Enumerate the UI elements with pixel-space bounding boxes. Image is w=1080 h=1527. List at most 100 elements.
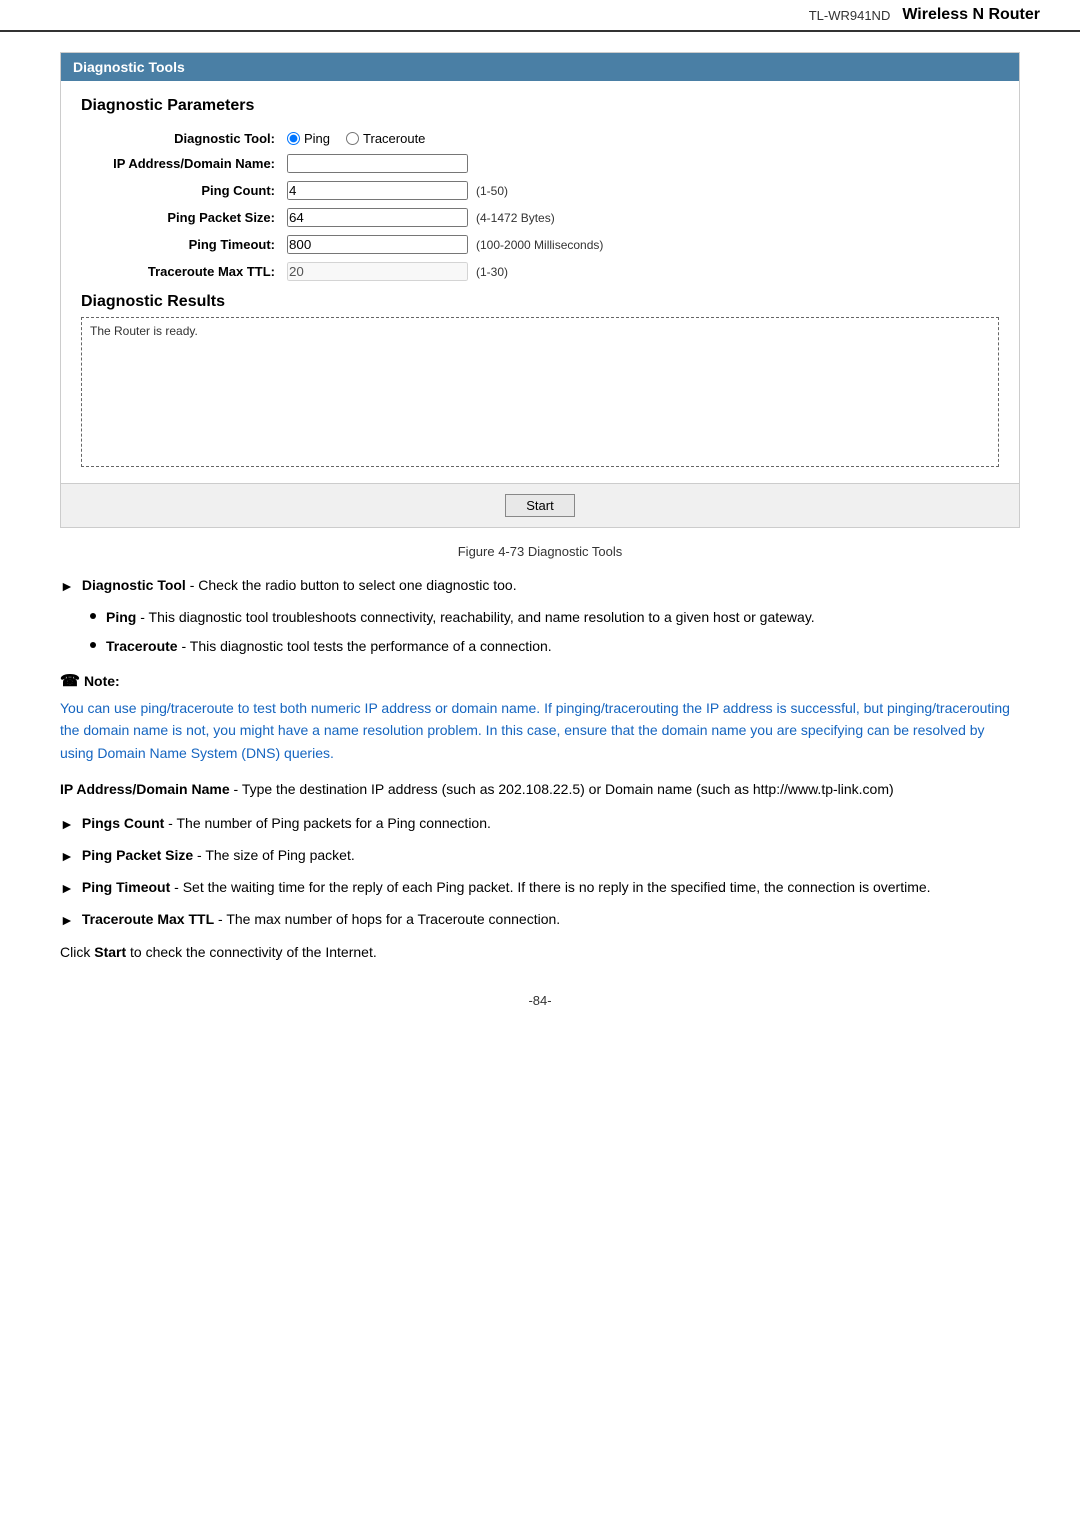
- ping-packet-size-text: Ping Packet Size - The size of Ping pack…: [82, 845, 355, 866]
- ping-radio-label: Ping: [304, 131, 330, 146]
- ping-timeout-rest: - Set the waiting time for the reply of …: [170, 879, 930, 895]
- traceroute-ttl-row: Traceroute Max TTL: (1-30): [81, 258, 999, 285]
- diag-tool-rest: - Check the radio button to select one d…: [186, 577, 517, 593]
- ping-timeout-row: Ping Timeout: (100-2000 Milliseconds): [81, 231, 999, 258]
- diag-tool-desc-item: ► Diagnostic Tool - Check the radio butt…: [60, 575, 1020, 597]
- traceroute-sub-text: Traceroute - This diagnostic tool tests …: [106, 636, 552, 657]
- diag-tool-label: Diagnostic Tool:: [81, 127, 281, 150]
- page-header: TL-WR941ND Wireless N Router: [0, 0, 1080, 32]
- traceroute-radio-label: Traceroute: [363, 131, 425, 146]
- traceroute-radio[interactable]: [346, 132, 359, 145]
- traceroute-ttl-label: Traceroute Max TTL:: [81, 258, 281, 285]
- ping-timeout-item: ► Ping Timeout - Set the waiting time fo…: [60, 877, 1020, 899]
- main-desc-list: ► Diagnostic Tool - Check the radio butt…: [60, 575, 1020, 597]
- diagnostic-tools-box: Diagnostic Tools Diagnostic Parameters D…: [60, 52, 1020, 528]
- page-footer: -84-: [60, 993, 1020, 1008]
- arrow-bullet-1: ►: [60, 576, 74, 597]
- ping-packet-label: Ping Packet Size:: [81, 204, 281, 231]
- diag-tool-bold: Diagnostic Tool: [82, 577, 186, 593]
- ping-timeout-text: Ping Timeout - Set the waiting time for …: [82, 877, 931, 898]
- traceroute-sub-item: Traceroute - This diagnostic tool tests …: [90, 636, 1020, 657]
- sub-list: Ping - This diagnostic tool troubleshoot…: [60, 607, 1020, 657]
- diag-box-header: Diagnostic Tools: [61, 53, 1019, 81]
- traceroute-sub-bold: Traceroute: [106, 638, 178, 654]
- traceroute-ttl-hint: (1-30): [476, 265, 508, 279]
- traceroute-ttl-item: ► Traceroute Max TTL - The max number of…: [60, 909, 1020, 931]
- note-label: ☎ Note:: [60, 671, 1020, 691]
- ping-packet-size-rest: - The size of Ping packet.: [193, 847, 355, 863]
- header-title: Wireless N Router: [902, 6, 1040, 24]
- arrow-bullet-4: ►: [60, 878, 74, 899]
- ping-packet-size-item: ► Ping Packet Size - The size of Ping pa…: [60, 845, 1020, 867]
- click-start-bold: Start: [94, 944, 126, 960]
- ping-timeout-value-cell: (100-2000 Milliseconds): [281, 231, 999, 258]
- results-box: The Router is ready.: [81, 317, 999, 467]
- ping-packet-value-cell: (4-1472 Bytes): [281, 204, 999, 231]
- ping-sub-item: Ping - This diagnostic tool troubleshoot…: [90, 607, 1020, 628]
- note-text: You can use ping/traceroute to test both…: [60, 697, 1020, 764]
- ping-sub-text: Ping - This diagnostic tool troubleshoot…: [106, 607, 815, 628]
- diag-box-body: Diagnostic Parameters Diagnostic Tool: P…: [61, 81, 1019, 483]
- ip-input[interactable]: [287, 154, 468, 173]
- note-icon: ☎: [60, 671, 80, 691]
- dot-bullet-traceroute: [90, 642, 96, 648]
- traceroute-ttl-value-cell: (1-30): [281, 258, 999, 285]
- ping-radio[interactable]: [287, 132, 300, 145]
- ping-timeout-hint: (100-2000 Milliseconds): [476, 238, 603, 252]
- ping-count-label: Ping Count:: [81, 177, 281, 204]
- ping-radio-item[interactable]: Ping: [287, 131, 330, 146]
- ip-para-rest: - Type the destination IP address (such …: [230, 781, 894, 797]
- header-model: TL-WR941ND: [809, 8, 891, 23]
- arrow-bullet-2: ►: [60, 814, 74, 835]
- diag-tool-value: Ping Traceroute: [281, 127, 999, 150]
- start-button[interactable]: Start: [505, 494, 574, 517]
- arrow-bullet-5: ►: [60, 910, 74, 931]
- traceroute-ttl-bold: Traceroute Max TTL: [82, 911, 214, 927]
- parameters-table: Diagnostic Tool: Ping Traceroute: [81, 127, 999, 285]
- results-text: The Router is ready.: [90, 324, 198, 338]
- ip-para-bold: IP Address/Domain Name: [60, 781, 230, 797]
- ping-sub-bold: Ping: [106, 609, 136, 625]
- page-content: Diagnostic Tools Diagnostic Parameters D…: [0, 52, 1080, 1008]
- ping-packet-row: Ping Packet Size: (4-1472 Bytes): [81, 204, 999, 231]
- click-start-rest: to check the connectivity of the Interne…: [126, 944, 377, 960]
- pings-count-list: ► Pings Count - The number of Ping packe…: [60, 813, 1020, 931]
- pings-count-item: ► Pings Count - The number of Ping packe…: [60, 813, 1020, 835]
- ping-count-input[interactable]: [287, 181, 468, 200]
- click-start-prefix: Click: [60, 944, 94, 960]
- ping-sub-rest: - This diagnostic tool troubleshoots con…: [136, 609, 814, 625]
- parameters-title: Diagnostic Parameters: [81, 97, 999, 115]
- ping-count-row: Ping Count: (1-50): [81, 177, 999, 204]
- traceroute-ttl-input: [287, 262, 468, 281]
- button-area: Start: [61, 483, 1019, 527]
- click-start-para: Click Start to check the connectivity of…: [60, 941, 1020, 963]
- ping-timeout-bold: Ping Timeout: [82, 879, 170, 895]
- ping-timeout-label: Ping Timeout:: [81, 231, 281, 258]
- traceroute-sub-rest: - This diagnostic tool tests the perform…: [178, 638, 552, 654]
- diag-tool-row: Diagnostic Tool: Ping Traceroute: [81, 127, 999, 150]
- figure-caption: Figure 4-73 Diagnostic Tools: [60, 544, 1020, 559]
- ping-count-value-cell: (1-50): [281, 177, 999, 204]
- ping-packet-input[interactable]: [287, 208, 468, 227]
- page-number: -84-: [528, 993, 551, 1008]
- ping-timeout-input[interactable]: [287, 235, 468, 254]
- ping-packet-size-bold: Ping Packet Size: [82, 847, 193, 863]
- ip-label: IP Address/Domain Name:: [81, 150, 281, 177]
- radio-group: Ping Traceroute: [287, 131, 993, 146]
- results-title: Diagnostic Results: [81, 293, 999, 311]
- ping-packet-hint: (4-1472 Bytes): [476, 211, 555, 225]
- pings-count-bold: Pings Count: [82, 815, 164, 831]
- pings-count-text: Pings Count - The number of Ping packets…: [82, 813, 491, 834]
- traceroute-ttl-text: Traceroute Max TTL - The max number of h…: [82, 909, 560, 930]
- diag-tool-desc-text: Diagnostic Tool - Check the radio button…: [82, 575, 517, 596]
- traceroute-radio-item[interactable]: Traceroute: [346, 131, 425, 146]
- dot-bullet-ping: [90, 613, 96, 619]
- note-section: ☎ Note: You can use ping/traceroute to t…: [60, 671, 1020, 764]
- ping-count-hint: (1-50): [476, 184, 508, 198]
- ip-row: IP Address/Domain Name:: [81, 150, 999, 177]
- note-label-text: Note:: [84, 673, 120, 689]
- traceroute-ttl-rest: - The max number of hops for a Tracerout…: [214, 911, 560, 927]
- pings-count-rest: - The number of Ping packets for a Ping …: [164, 815, 491, 831]
- ip-para: IP Address/Domain Name - Type the destin…: [60, 778, 1020, 800]
- arrow-bullet-3: ►: [60, 846, 74, 867]
